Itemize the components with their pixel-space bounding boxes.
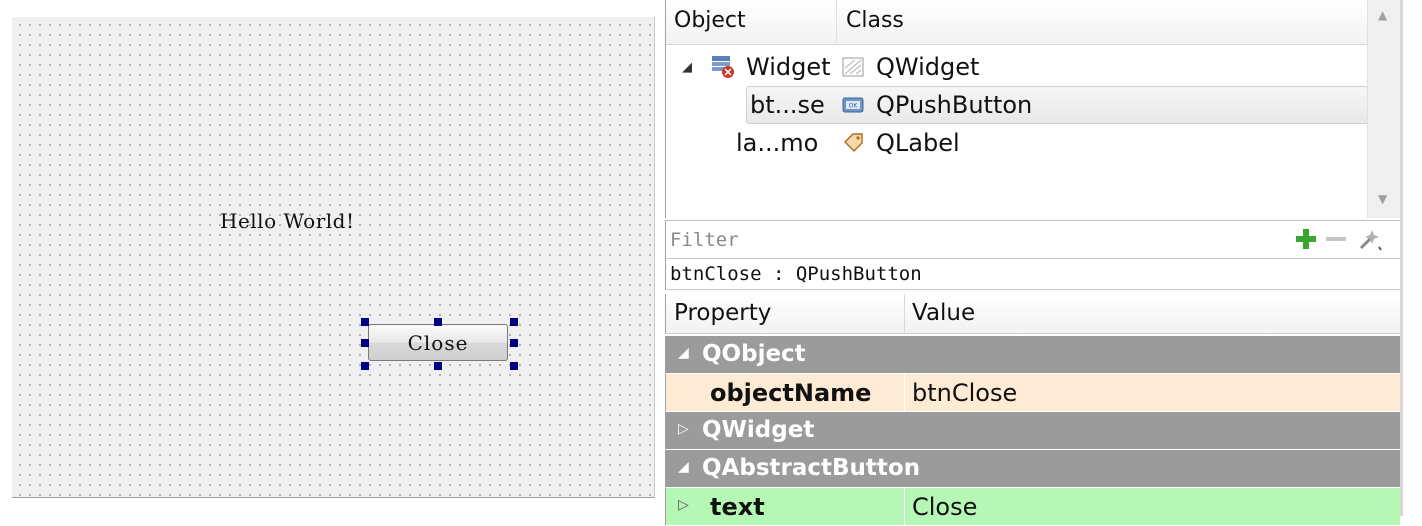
selection-handle-right[interactable] — [510, 339, 518, 347]
property-value[interactable]: btnClose — [912, 379, 1017, 407]
property-name: objectName — [710, 379, 872, 407]
widget-icon — [712, 56, 734, 78]
value-divider — [904, 488, 905, 526]
column-header-object[interactable]: Object — [674, 8, 746, 33]
class-name-qpushbutton: QPushButton — [876, 91, 1033, 119]
filter-input[interactable] — [670, 227, 1270, 253]
group-name: QAbstractButton — [702, 455, 921, 481]
class-name-qlabel: QLabel — [876, 129, 960, 157]
object-inspector: Object Class ◢ Widget QWidget bt...se OK… — [665, 0, 1400, 218]
label-class-icon — [844, 133, 863, 152]
selection-handle-top-left[interactable] — [361, 318, 369, 326]
selected-object-class: btnClose : QPushButton — [665, 258, 1400, 290]
selection-handle-bottom-right[interactable] — [510, 362, 518, 370]
pushbutton-class-icon: OK — [842, 97, 864, 113]
window-right-edge — [1400, 0, 1422, 516]
remove-dynamic-property-icon[interactable] — [1322, 225, 1350, 253]
column-header-property[interactable]: Property — [674, 300, 771, 326]
add-dynamic-property-icon[interactable] — [1292, 225, 1320, 253]
form-editor-canvas: Hello World! Close — [0, 0, 665, 516]
collapse-arrow-icon[interactable]: ◢ — [682, 60, 692, 75]
selection-handle-top[interactable] — [434, 318, 442, 326]
object-name-widget: Widget — [746, 53, 831, 81]
object-name-label: la...mo — [736, 129, 819, 157]
qwidget-class-icon — [842, 57, 864, 77]
group-name: QWidget — [702, 417, 815, 443]
expanded-arrow-icon[interactable]: ◢ — [678, 345, 689, 361]
group-row-qobject[interactable]: ◢ QObject — [665, 336, 1400, 374]
header-divider — [836, 0, 837, 44]
tree-row-widget[interactable]: ◢ Widget QWidget — [666, 48, 1367, 86]
object-class-text: btnClose : QPushButton — [670, 263, 922, 285]
svg-text:OK: OK — [849, 103, 859, 110]
property-row-objectname[interactable]: objectName btnClose — [665, 374, 1400, 412]
value-divider — [904, 374, 905, 412]
scroll-up-icon[interactable]: ▲ — [1378, 8, 1387, 22]
class-name-qwidget: QWidget — [876, 53, 980, 81]
collapsed-arrow-icon[interactable]: ▷ — [678, 421, 689, 437]
selection-handle-bottom-left[interactable] — [361, 362, 369, 370]
configure-wrench-icon[interactable] — [1356, 225, 1384, 253]
object-inspector-header: Object Class — [666, 0, 1367, 45]
group-name: QObject — [702, 341, 806, 367]
group-row-qwidget[interactable]: ▷ QWidget — [665, 412, 1400, 450]
collapsed-arrow-icon[interactable]: ▷ — [678, 497, 689, 513]
object-inspector-scrollbar[interactable]: ▲ ▼ — [1367, 0, 1400, 218]
object-name-btnclose: bt...se — [750, 91, 825, 119]
scroll-down-icon[interactable]: ▼ — [1378, 192, 1387, 206]
edge-divider — [1400, 0, 1403, 516]
tree-row-label[interactable]: la...mo QLabel — [666, 124, 1367, 162]
property-value[interactable]: Close — [912, 493, 977, 521]
property-editor-header: Property Value — [665, 294, 1400, 334]
column-header-value[interactable]: Value — [912, 300, 975, 326]
close-button[interactable]: Close — [368, 324, 508, 361]
selection-handle-left[interactable] — [361, 339, 369, 347]
header-divider — [904, 294, 905, 334]
tree-row-btnclose[interactable]: bt...se OK QPushButton — [666, 86, 1367, 124]
property-name: text — [710, 493, 765, 521]
group-row-qabstractbutton[interactable]: ◢ QAbstractButton — [665, 450, 1400, 488]
selection-handle-top-right[interactable] — [510, 318, 518, 326]
form-widget-surface[interactable]: Hello World! Close — [12, 17, 655, 498]
hello-world-label[interactable]: Hello World! — [220, 209, 355, 233]
property-filter-bar — [665, 220, 1400, 258]
expanded-arrow-icon[interactable]: ◢ — [678, 459, 689, 475]
property-row-text[interactable]: ▷ text Close — [665, 488, 1400, 526]
column-header-class[interactable]: Class — [846, 8, 904, 33]
selection-handle-bottom[interactable] — [434, 362, 442, 370]
